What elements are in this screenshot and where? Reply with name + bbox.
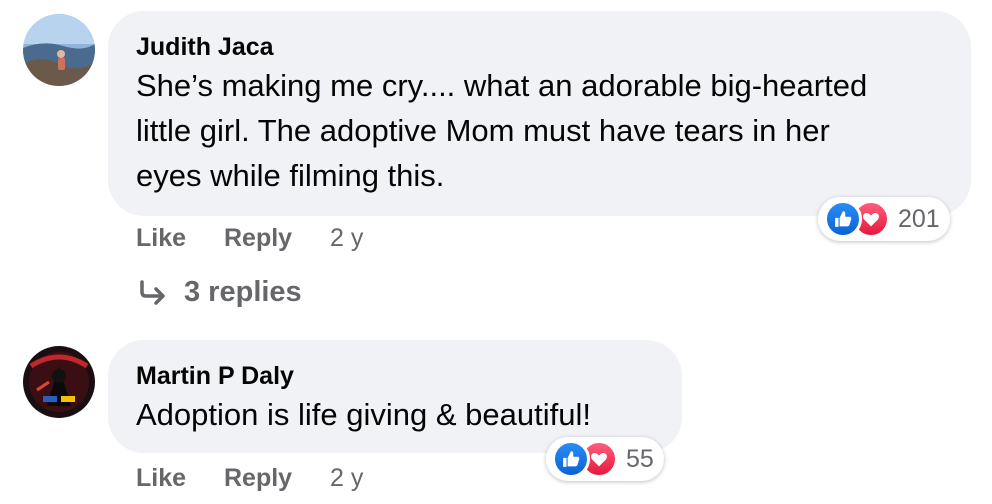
comment-actions: Like Reply 2 y: [0, 224, 400, 256]
comment-text-line: eyes while filming this.: [136, 158, 445, 193]
reaction-count: 55: [626, 444, 654, 473]
comment-text-line: She’s making me cry.... what an adorable…: [136, 68, 868, 103]
like-button[interactable]: Like: [136, 464, 186, 493]
comment-author[interactable]: Judith Jaca: [136, 31, 943, 63]
avatar[interactable]: [23, 14, 95, 86]
comment-actions: Like Reply 2 y: [0, 464, 400, 496]
replies-count-label: 3 replies: [184, 276, 302, 308]
reaction-count: 201: [898, 204, 940, 233]
reaction-summary[interactable]: 55: [546, 437, 664, 481]
reply-button[interactable]: Reply: [224, 464, 292, 493]
comment-author[interactable]: Martin P Daly: [136, 360, 654, 392]
reply-button[interactable]: Reply: [224, 224, 292, 253]
reply-arrow-icon: [138, 279, 168, 306]
like-icon: [824, 200, 862, 238]
comment-martin: Martin P Daly Adoption is life giving & …: [0, 320, 992, 504]
view-replies-link[interactable]: 3 replies: [138, 276, 302, 309]
comment-bubble: Judith Jaca She’s making me cry.... what…: [108, 11, 971, 216]
like-icon: [552, 440, 590, 478]
like-button[interactable]: Like: [136, 224, 186, 253]
timestamp[interactable]: 2 y: [330, 224, 363, 253]
timestamp[interactable]: 2 y: [330, 464, 363, 493]
comment-judith: Judith Jaca She’s making me cry.... what…: [0, 0, 992, 320]
comment-text-line: Adoption is life giving & beautiful!: [136, 397, 591, 432]
reaction-summary[interactable]: 201: [818, 197, 950, 241]
avatar[interactable]: [23, 346, 95, 418]
comment-text-line: little girl. The adoptive Mom must have …: [136, 113, 830, 148]
